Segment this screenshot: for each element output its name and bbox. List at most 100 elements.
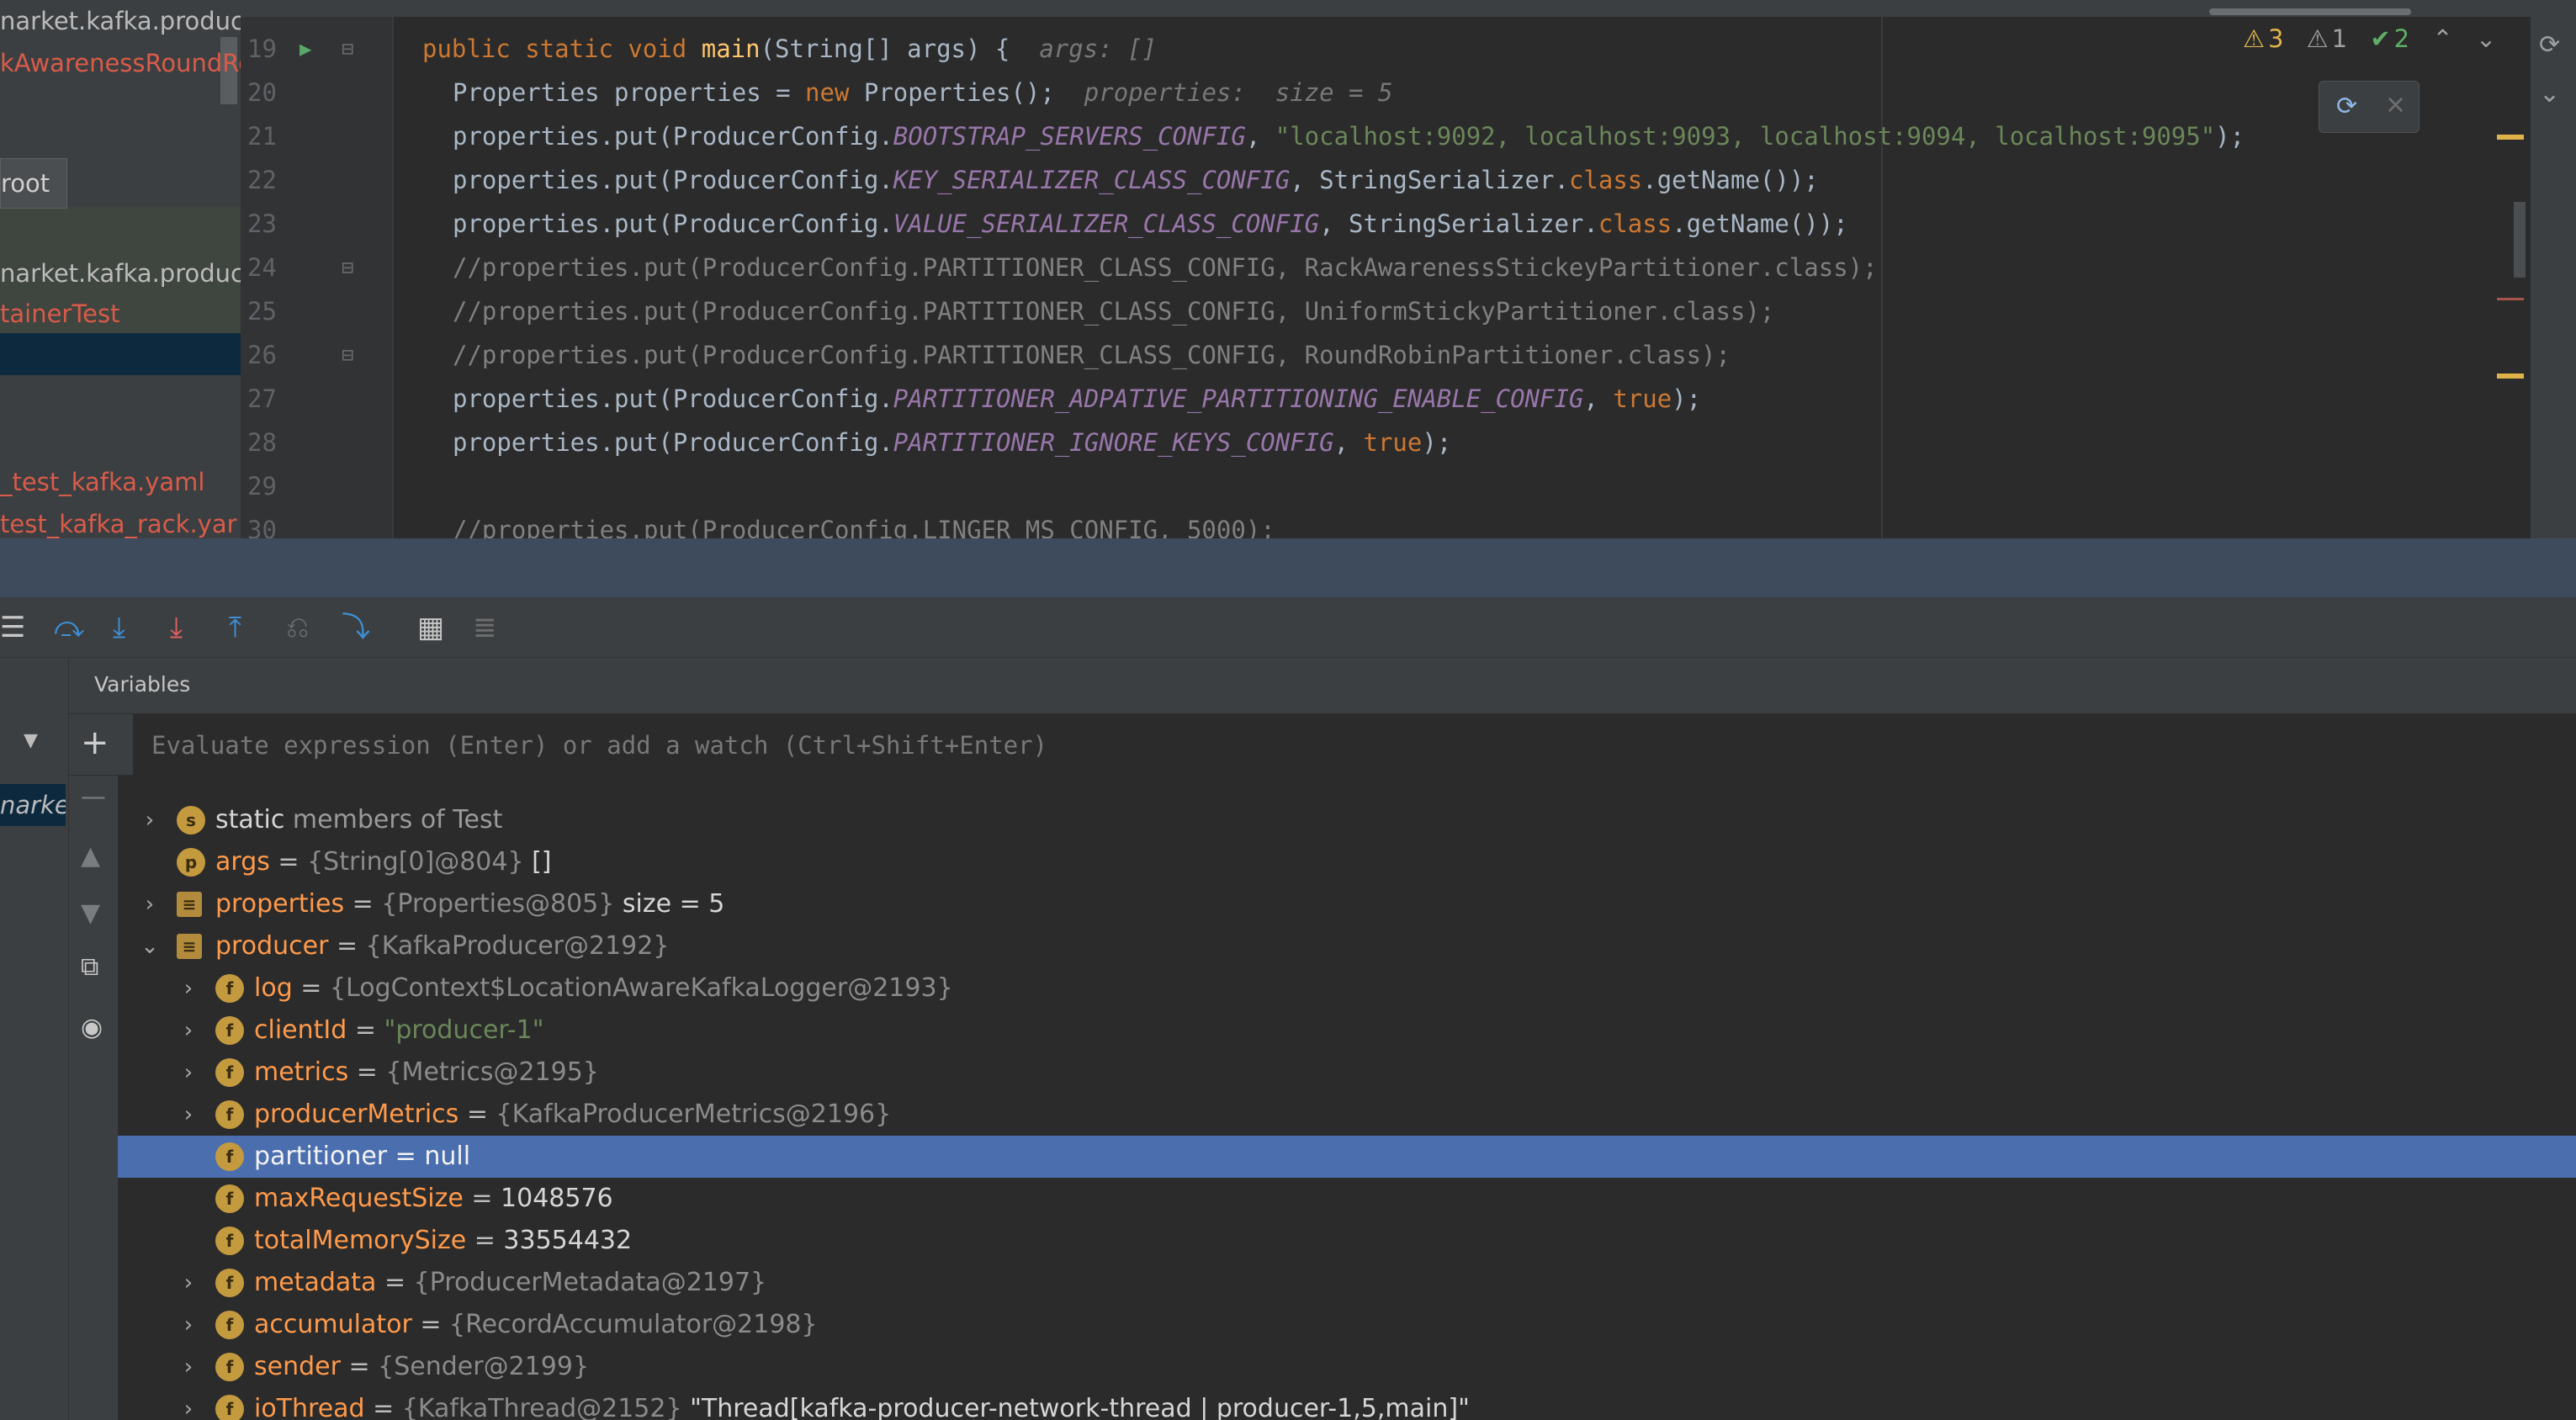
- error-stripe-mark[interactable]: [2497, 298, 2524, 300]
- line-number[interactable]: 26: [247, 333, 298, 377]
- chevron-right-icon[interactable]: ›: [178, 1388, 199, 1420]
- fold-icon[interactable]: ⊟: [342, 333, 353, 377]
- force-step-into-icon[interactable]: ⤓: [170, 611, 183, 644]
- editor-vertical-scrollbar[interactable]: [2514, 202, 2526, 278]
- chevron-right-icon[interactable]: ›: [178, 1094, 199, 1136]
- code-line[interactable]: 28 properties.put(ProducerConfig.PARTITIO…: [241, 421, 2576, 464]
- copy-icon[interactable]: ⧉: [81, 952, 98, 982]
- chevron-right-icon[interactable]: ›: [178, 1009, 199, 1052]
- variable-row[interactable]: › f metadata = {ProducerMetadata@2197}: [118, 1262, 2576, 1304]
- code-line[interactable]: 19 ▶ ⊟ public static void main(String[] arg…: [241, 27, 2576, 71]
- fold-icon[interactable]: ⊟: [342, 27, 353, 71]
- move-up-icon[interactable]: ▲: [81, 841, 100, 871]
- drop-frame-icon[interactable]: ⎌: [286, 611, 309, 644]
- code-editor[interactable]: 19 ▶ ⊟ public static void main(String[] arg…: [241, 0, 2576, 538]
- line-number[interactable]: 25: [247, 289, 298, 333]
- next-highlight-icon[interactable]: ⌄: [2476, 24, 2496, 53]
- evaluate-expression-icon[interactable]: ▦: [417, 611, 444, 644]
- run-gutter-icon[interactable]: ▶: [299, 27, 311, 71]
- code-line[interactable]: 24 ⊟ //properties.put(ProducerConfig.PARTI…: [241, 246, 2576, 289]
- refresh-icon[interactable]: ⟳: [2539, 30, 2560, 60]
- line-number[interactable]: 30: [247, 508, 298, 538]
- variable-row[interactable]: p args = {String[0]@804} []: [118, 841, 2576, 883]
- chevron-right-icon[interactable]: ›: [178, 1346, 199, 1388]
- step-out-icon[interactable]: ⤒: [229, 611, 241, 644]
- thread-dropdown-icon[interactable]: ▼: [24, 730, 38, 751]
- chevron-down-icon[interactable]: ⌄: [140, 925, 160, 967]
- chevron-right-icon[interactable]: ›: [178, 1052, 199, 1094]
- chevron-right-icon[interactable]: ›: [178, 1304, 199, 1346]
- frames-list-icon[interactable]: ☰: [0, 611, 25, 644]
- code-line[interactable]: 25 //properties.put(ProducerConfig.PARTIT…: [241, 289, 2576, 333]
- variable-row[interactable]: › f ioThread = {KafkaThread@2152} "Thread[…: [118, 1388, 2576, 1420]
- project-item[interactable]: test_kafka_rack.yar: [0, 503, 241, 538]
- line-number[interactable]: 23: [247, 202, 298, 246]
- run-to-cursor-icon[interactable]: ⤵: [342, 611, 370, 644]
- project-item[interactable]: kAwarenessRoundRo: [0, 42, 241, 84]
- editor-horizontal-scrollbar[interactable]: [241, 0, 2576, 17]
- project-item[interactable]: narket.kafka.produce: [0, 252, 241, 294]
- selected-frame[interactable]: narket: [0, 784, 66, 826]
- variable-row[interactable]: f totalMemorySize = 33554432: [118, 1220, 2576, 1262]
- inspection-widget[interactable]: ⚠ 3 ⚠ 1 ✔ 2 ⌃ ⌄: [2243, 22, 2511, 56]
- line-number[interactable]: 19: [247, 27, 298, 71]
- line-number[interactable]: 24: [247, 246, 298, 289]
- chevron-right-icon[interactable]: ›: [140, 883, 160, 925]
- scroll-thumb[interactable]: [2209, 8, 2411, 15]
- warning-icon[interactable]: ⚠ 3: [2243, 24, 2283, 53]
- variable-row[interactable]: › f sender = {Sender@2199}: [118, 1346, 2576, 1388]
- warning-stripe-mark[interactable]: [2497, 135, 2524, 140]
- close-icon[interactable]: ×: [2385, 90, 2406, 119]
- chevron-down-icon[interactable]: ⌄: [2539, 79, 2560, 109]
- chevron-right-icon[interactable]: ›: [178, 1262, 199, 1304]
- evaluate-expression-input[interactable]: Evaluate expression (Enter) or add a wat…: [133, 714, 2576, 776]
- code-text: properties.put(ProducerConfig.BOOTSTRAP_…: [453, 114, 2245, 158]
- variable-row[interactable]: › ≡ properties = {Properties@805} size = 5: [118, 883, 2576, 925]
- add-watch-icon[interactable]: +: [81, 724, 109, 761]
- line-number[interactable]: 22: [247, 158, 298, 202]
- step-into-icon[interactable]: ⤓: [113, 611, 125, 644]
- view-options-icon[interactable]: ◉: [81, 1013, 103, 1042]
- move-down-icon[interactable]: ▼: [81, 898, 100, 928]
- variable-row[interactable]: › f clientId = "producer-1": [118, 1009, 2576, 1052]
- code-line[interactable]: 26 ⊟ //properties.put(ProducerConfig.PARTI…: [241, 333, 2576, 377]
- code-line[interactable]: 27 properties.put(ProducerConfig.PARTITIO…: [241, 377, 2576, 421]
- chevron-right-icon[interactable]: ›: [140, 799, 160, 841]
- code-line[interactable]: 20 Properties properties = new Properties…: [241, 71, 2576, 114]
- variable-row[interactable]: f maxRequestSize = 1048576: [118, 1178, 2576, 1220]
- weak-warning-icon[interactable]: ⚠ 1: [2307, 24, 2347, 53]
- chevron-right-icon[interactable]: ›: [178, 967, 199, 1009]
- warning-stripe-mark[interactable]: [2497, 374, 2524, 379]
- reload-gradle-popup[interactable]: ⟳ ×: [2319, 81, 2420, 133]
- variables-tree[interactable]: › s static members of Test p args = {String[…: [118, 776, 2576, 1420]
- variable-row[interactable]: › f metrics = {Metrics@2195}: [118, 1052, 2576, 1094]
- tree-selected-row[interactable]: [0, 333, 241, 375]
- variable-row[interactable]: › f accumulator = {RecordAccumulator@2198}: [118, 1304, 2576, 1346]
- code-line[interactable]: 30 //properties.put(ProducerConfig.LINGER…: [241, 508, 2576, 538]
- step-over-icon[interactable]: ⤼: [54, 611, 84, 644]
- project-item[interactable]: _test_kafka.yaml: [0, 461, 241, 503]
- project-item[interactable]: narket.kafka.produce: [0, 0, 241, 42]
- code-line[interactable]: 21 properties.put(ProducerConfig.BOOTSTRA…: [241, 114, 2576, 158]
- variable-row[interactable]: › s static members of Test: [118, 799, 2576, 841]
- gradle-reload-icon[interactable]: ⟳: [2336, 92, 2357, 121]
- code-line[interactable]: 29: [241, 464, 2576, 508]
- line-number[interactable]: 20: [247, 71, 298, 114]
- line-number[interactable]: 28: [247, 421, 298, 464]
- variable-row[interactable]: ⌄ ≡ producer = {KafkaProducer@2192}: [118, 925, 2576, 967]
- previous-highlight-icon[interactable]: ⌃: [2432, 24, 2452, 53]
- line-number[interactable]: 27: [247, 377, 298, 421]
- fold-icon[interactable]: ⊟: [342, 246, 353, 289]
- project-item[interactable]: tainerTest: [0, 293, 241, 335]
- code-line[interactable]: 23 properties.put(ProducerConfig.VALUE_SE…: [241, 202, 2576, 246]
- variable-row[interactable]: f partitioner = null: [118, 1136, 2576, 1178]
- variables-tab[interactable]: Variables: [94, 668, 190, 702]
- typo-check-icon[interactable]: ✔ 2: [2370, 24, 2409, 53]
- trace-stream-icon[interactable]: ≣: [473, 611, 497, 644]
- line-number[interactable]: 29: [247, 464, 298, 508]
- code-line[interactable]: 22 properties.put(ProducerConfig.KEY_SERI…: [241, 158, 2576, 202]
- remove-watch-icon[interactable]: —: [81, 782, 106, 812]
- line-number[interactable]: 21: [247, 114, 298, 158]
- variable-row[interactable]: › f producerMetrics = {KafkaProducerMetric…: [118, 1094, 2576, 1136]
- variable-row[interactable]: › f log = {LogContext$LocationAwareKafkaLo…: [118, 967, 2576, 1009]
